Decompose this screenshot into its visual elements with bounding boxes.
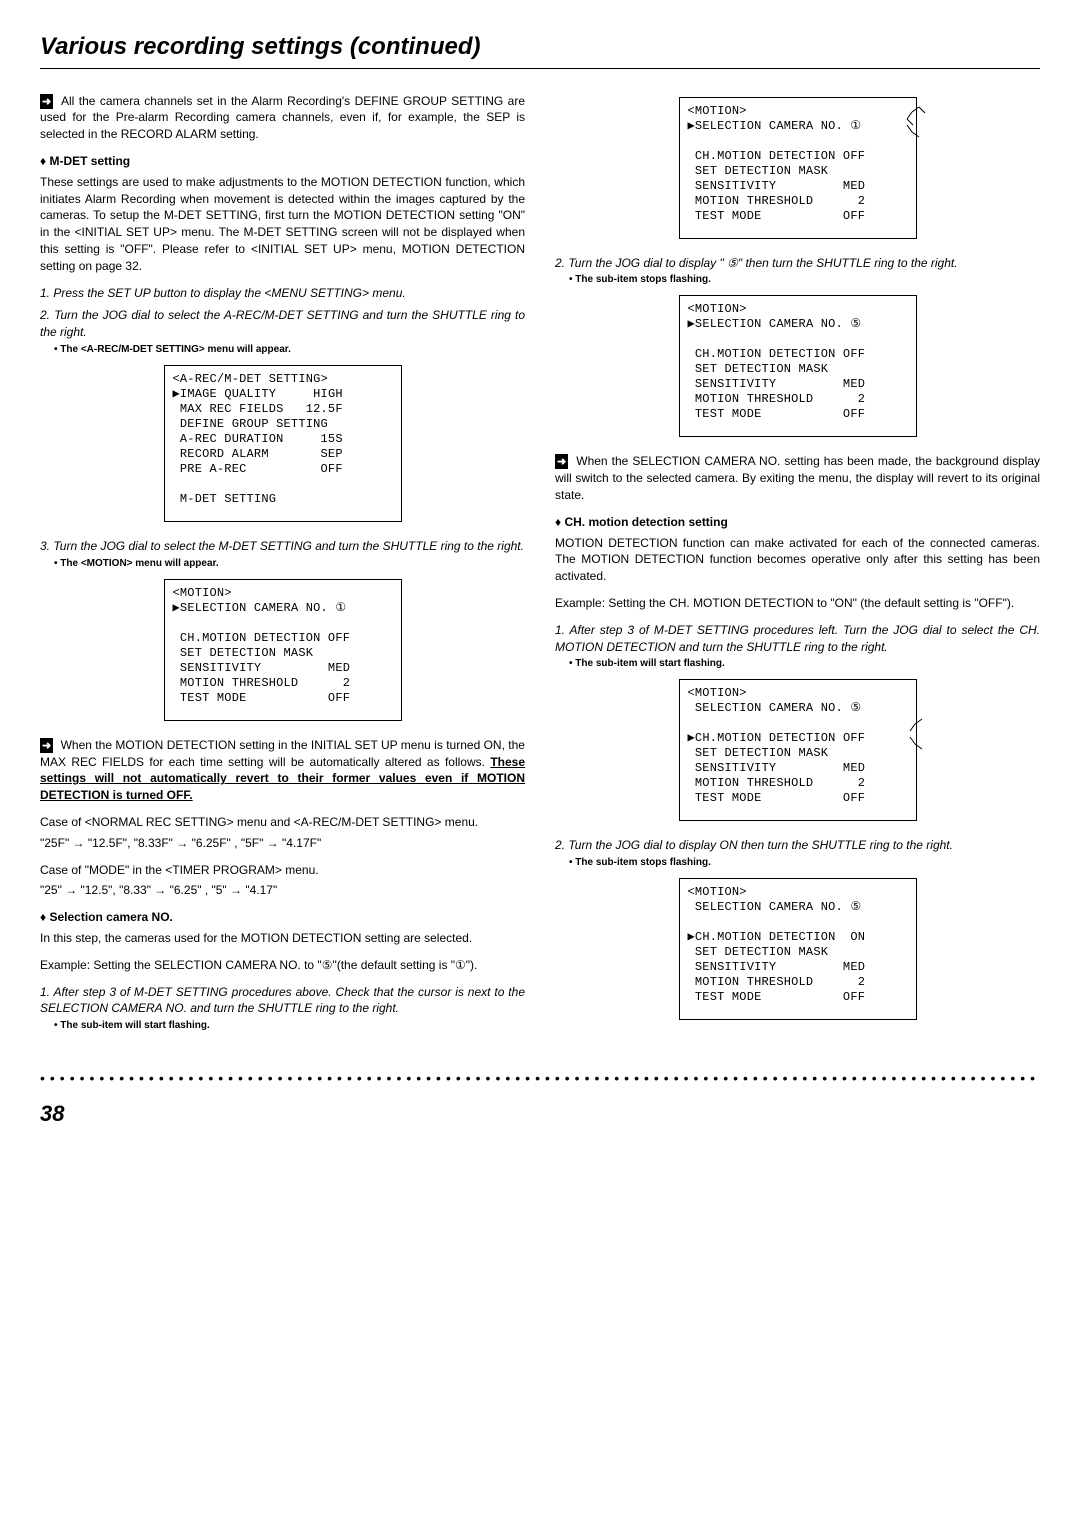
case-mode-title: Case of "MODE" in the <TIMER PROGRAM> me… xyxy=(40,862,525,879)
screen-motion-right-3: <MOTION> SELECTION CAMERA NO. ⑤ ▶CH.MOTI… xyxy=(679,679,917,821)
screen-motion-right-4: <MOTION> SELECTION CAMERA NO. ⑤ ▶CH.MOTI… xyxy=(679,878,917,1020)
case-normal-title: Case of <NORMAL REC SETTING> menu and <A… xyxy=(40,814,525,831)
step-1: 1. Press the SET UP button to display th… xyxy=(40,285,525,302)
note-arec-menu-appear: • The <A-REC/M-DET SETTING> menu will ap… xyxy=(54,343,525,357)
ch-motion-example: Example: Setting the CH. MOTION DETECTIO… xyxy=(555,595,1040,612)
ch-motion-body: MOTION DETECTION function can make activ… xyxy=(555,535,1040,585)
screen-motion-1: <MOTION> ▶SELECTION CAMERA NO. ① CH.MOTI… xyxy=(164,579,402,721)
note-motion-menu-appear: • The <MOTION> menu will appear. xyxy=(54,557,525,571)
selcam-note-flashing: • The sub-item will start flashing. xyxy=(54,1019,525,1033)
right-note-stop-flash: • The sub-item stops flashing. xyxy=(569,273,1040,287)
screen-motion-right-2: <MOTION> ▶SELECTION CAMERA NO. ⑤ CH.MOTI… xyxy=(679,295,917,437)
page-number: 38 xyxy=(40,1099,1040,1130)
screen-motion-right-1-wrapper: <MOTION> ▶SELECTION CAMERA NO. ① CH.MOTI… xyxy=(679,97,917,239)
mdet-body: These settings are used to make adjustme… xyxy=(40,174,525,275)
screen-motion-right-1: <MOTION> ▶SELECTION CAMERA NO. ① CH.MOTI… xyxy=(679,97,917,239)
screen-motion-right-3-wrapper: <MOTION> SELECTION CAMERA NO. ⑤ ▶CH.MOTI… xyxy=(679,679,917,821)
notice-icon xyxy=(555,454,568,469)
notice-selection-camera-switch: When the SELECTION CAMERA NO. setting ha… xyxy=(555,453,1040,503)
case-mode-values: "25" → "12.5", "8.33" → "6.25" , "5" → "… xyxy=(40,882,525,899)
chmot-note-flash: • The sub-item will start flashing. xyxy=(569,657,1040,671)
selection-camera-example: Example: Setting the SELECTION CAMERA NO… xyxy=(40,957,525,974)
notice-text: All the camera channels set in the Alarm… xyxy=(40,94,525,142)
notice-max-rec-fields: When the MOTION DETECTION setting in the… xyxy=(40,737,525,804)
heading-ch-motion-detection: CH. motion detection setting xyxy=(555,514,1040,531)
step-3: 3. Turn the JOG dial to select the M-DET… xyxy=(40,538,525,555)
selection-camera-body: In this step, the cameras used for the M… xyxy=(40,930,525,947)
heading-mdet-setting: M-DET setting xyxy=(40,153,525,170)
case-normal-values: "25F" → "12.5F", "8.33F" → "6.25F" , "5F… xyxy=(40,835,525,852)
chmot-step-1: 1. After step 3 of M-DET SETTING procedu… xyxy=(555,622,1040,656)
left-column: All the camera channels set in the Alarm… xyxy=(40,89,525,1040)
right-column: <MOTION> ▶SELECTION CAMERA NO. ① CH.MOTI… xyxy=(555,89,1040,1040)
selcam-step-1: 1. After step 3 of M-DET SETTING procedu… xyxy=(40,984,525,1018)
chmot-note-stop-flash: • The sub-item stops flashing. xyxy=(569,856,1040,870)
notice-text-part1: When the MOTION DETECTION setting in the… xyxy=(40,738,525,769)
screen-arec-mdet: <A-REC/M-DET SETTING> ▶IMAGE QUALITY HIG… xyxy=(164,365,402,522)
notice-text: When the SELECTION CAMERA NO. setting ha… xyxy=(555,454,1040,502)
notice-alarm-channels: All the camera channels set in the Alarm… xyxy=(40,93,525,143)
chmot-step-2: 2. Turn the JOG dial to display ON then … xyxy=(555,837,1040,854)
heading-selection-camera: Selection camera NO. xyxy=(40,909,525,926)
step-2: 2. Turn the JOG dial to select the A-REC… xyxy=(40,307,525,341)
content-columns: All the camera channels set in the Alarm… xyxy=(40,89,1040,1040)
page-title: Various recording settings (continued) xyxy=(40,30,1040,69)
notice-icon xyxy=(40,738,53,753)
notice-icon xyxy=(40,94,53,109)
right-step-2: 2. Turn the JOG dial to display " ⑤" the… xyxy=(555,255,1040,272)
divider-dots: ••••••••••••••••••••••••••••••••••••••••… xyxy=(40,1069,1040,1089)
